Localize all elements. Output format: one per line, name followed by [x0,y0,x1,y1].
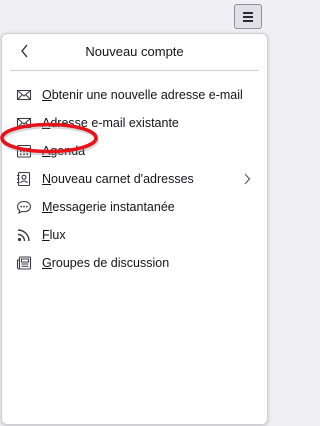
menu-item-label: Agenda [42,144,86,158]
menu-item-feeds[interactable]: Flux [2,221,267,249]
menu-item-new-email[interactable]: Obtenir une nouvelle adresse e-mail [2,81,267,109]
header-divider [10,70,259,71]
menu-item-label: Messagerie instantanée [42,200,175,214]
menu-item-label: Groupes de discussion [42,256,170,270]
envelope-new-icon [16,89,32,101]
chevron-right-icon [244,173,251,185]
calendar-icon [16,144,32,158]
menu-item-label: Adresse e-mail existante [42,116,179,130]
menu-item-label: Obtenir une nouvelle adresse e-mail [42,88,243,102]
menu-item-calendar[interactable]: Agenda [2,137,267,165]
newsgroup-icon [16,256,32,270]
chat-bubble-icon [16,200,32,215]
app-menu-button[interactable] [234,4,262,29]
new-account-menu: Obtenir une nouvelle adresse e-mail Adre… [2,81,267,277]
panel-header: Nouveau compte [2,34,267,70]
menu-item-chat[interactable]: Messagerie instantanée [2,193,267,221]
menu-item-newsgroups[interactable]: Groupes de discussion [2,249,267,277]
address-book-icon [17,171,31,187]
chevron-left-icon [21,44,28,58]
hamburger-line [243,20,253,22]
menu-item-existing-email[interactable]: Adresse e-mail existante [2,109,267,137]
toolbar [0,0,269,32]
new-account-panel: Nouveau compte Obtenir une nouvelle adre… [0,33,268,425]
menu-item-label: Flux [42,228,66,242]
hamburger-line [243,16,253,18]
back-button[interactable] [16,42,34,60]
hamburger-line [243,12,253,14]
panel-title: Nouveau compte [85,44,184,59]
menu-item-address-book[interactable]: Nouveau carnet d'adresses [2,165,267,193]
rss-feed-icon [17,229,30,242]
envelope-icon [16,117,32,129]
menu-item-label: Nouveau carnet d'adresses [42,172,194,186]
